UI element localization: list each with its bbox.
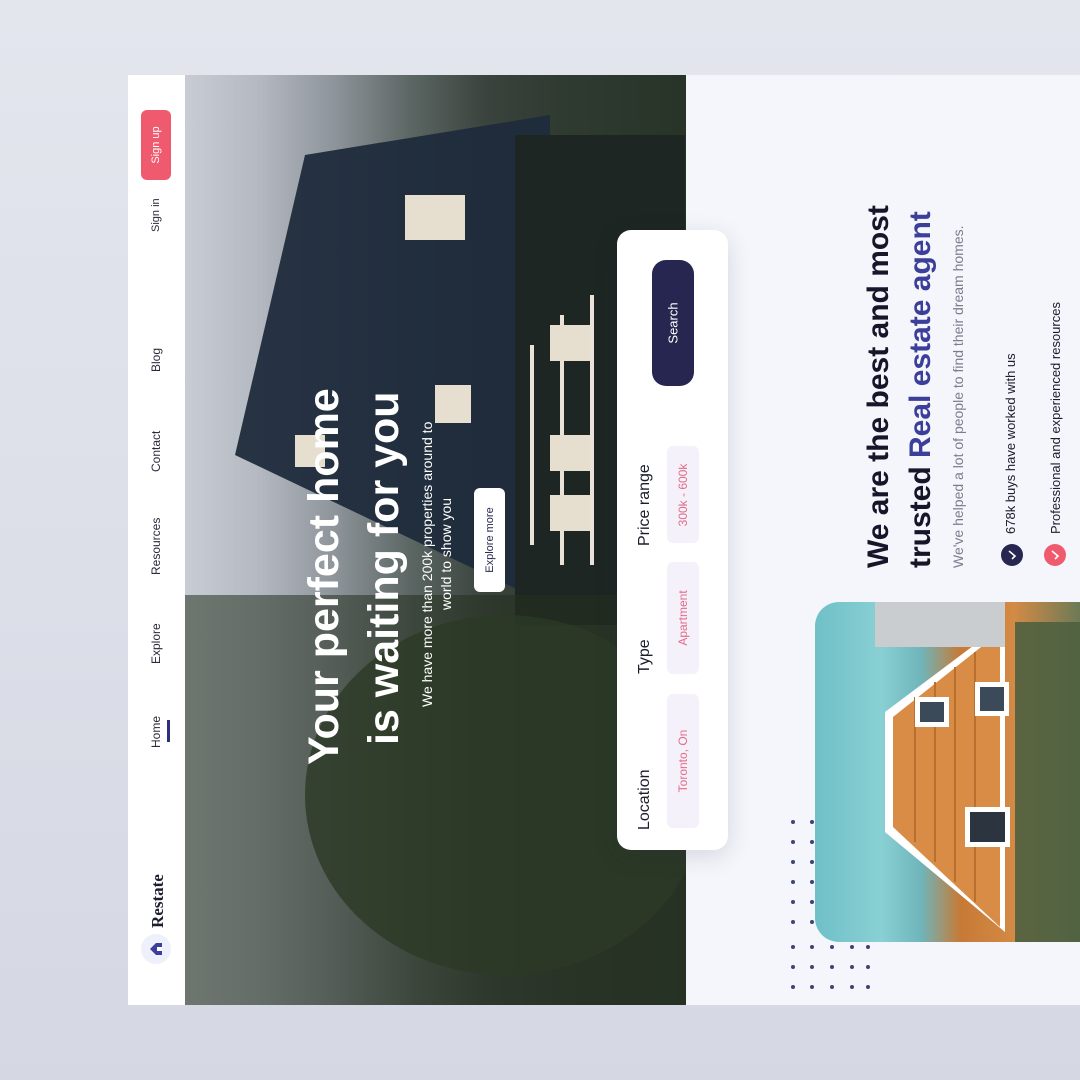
dot — [791, 945, 795, 949]
about-subtext: We've helped a lot of people to find the… — [950, 225, 966, 568]
dot — [810, 840, 814, 844]
dot — [810, 945, 814, 949]
dot — [866, 985, 870, 989]
dot — [830, 945, 834, 949]
type-label: Type — [636, 639, 653, 674]
nav-active-indicator — [167, 720, 170, 742]
brand-logo-icon[interactable] — [141, 934, 171, 964]
explore-more-label: Explore more — [483, 507, 496, 573]
hero-subtitle-line1: We have more than 200k properties around… — [419, 421, 435, 707]
price-range-field[interactable]: 300k - 600k — [667, 446, 699, 543]
sign-in-link[interactable]: Sign in — [150, 198, 162, 232]
search-button[interactable]: Search — [652, 260, 694, 386]
hero-subtitle-line2: world to show you — [438, 497, 454, 610]
search-button-label: Search — [665, 302, 681, 344]
dot — [791, 860, 795, 864]
dot — [850, 985, 854, 989]
dot — [810, 880, 814, 884]
dot — [850, 945, 854, 949]
dot — [791, 920, 795, 924]
feature2-text: Professional and experienced resources — [1048, 302, 1063, 534]
dot — [850, 965, 854, 969]
dot — [830, 985, 834, 989]
dot — [791, 840, 795, 844]
dot — [810, 900, 814, 904]
dot — [791, 820, 795, 824]
dot — [810, 860, 814, 864]
location-field[interactable]: Toronto, On — [667, 694, 699, 828]
explore-more-button[interactable]: Explore more — [474, 488, 505, 592]
type-value: Apartment — [676, 590, 690, 646]
feature1-text: 678k buys have worked with us — [1003, 353, 1018, 534]
price-range-value: 300k - 600k — [676, 463, 690, 526]
dot — [810, 820, 814, 824]
nav-item-contact[interactable]: Contact — [149, 431, 163, 472]
about-heading-line2: trusted Real estate agent — [904, 211, 938, 568]
nav-item-home[interactable]: Home — [149, 716, 163, 748]
location-value: Toronto, On — [676, 729, 690, 793]
hero-title-line1: Your perfect home — [300, 388, 348, 765]
about-heading-accent: Real estate agent — [904, 211, 937, 458]
dot — [791, 880, 795, 884]
dot — [791, 965, 795, 969]
hero-image — [185, 75, 686, 1005]
about-heading-line1: We are the best and most — [862, 205, 895, 568]
location-label: Location — [636, 769, 653, 831]
nav-item-explore[interactable]: Explore — [149, 623, 163, 664]
nav-item-resources[interactable]: Resources — [149, 518, 163, 575]
nav-item-blog[interactable]: Blog — [149, 348, 163, 372]
dot — [866, 945, 870, 949]
price-range-label: Price range — [636, 464, 653, 546]
dot — [830, 965, 834, 969]
hero-title-line2: is waiting for you — [360, 391, 408, 745]
dot — [791, 900, 795, 904]
house-photo — [815, 602, 1080, 942]
dot — [791, 985, 795, 989]
dot — [810, 920, 814, 924]
feature1-check-icon — [1001, 544, 1023, 566]
sign-up-button[interactable]: Sign up — [141, 110, 171, 180]
type-field[interactable]: Apartment — [667, 562, 699, 674]
about-heading-plain: trusted — [904, 457, 937, 568]
brand-name: Restate — [148, 874, 167, 928]
dot — [866, 965, 870, 969]
feature2-check-icon — [1044, 544, 1066, 566]
sign-up-label: Sign up — [150, 126, 162, 164]
dot — [810, 985, 814, 989]
dot — [810, 965, 814, 969]
